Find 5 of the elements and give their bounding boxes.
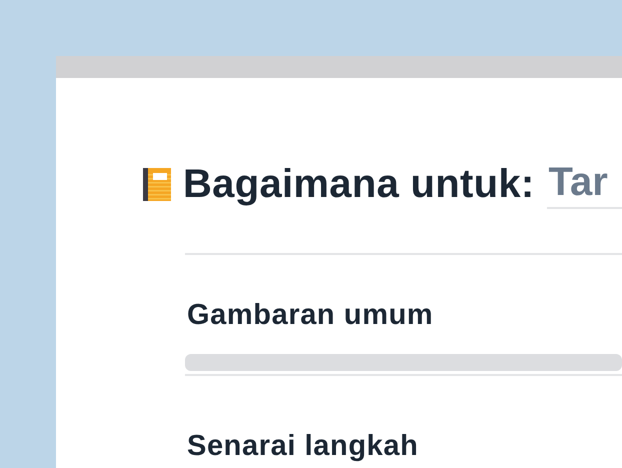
- section-heading: Gambaran umum: [186, 299, 434, 332]
- page-title: Bagaimana untuk:: [183, 162, 535, 207]
- notebook-icon: [143, 168, 171, 201]
- title-input-field[interactable]: Tar: [546, 160, 622, 209]
- section-heading: Senarai langkah: [186, 430, 420, 463]
